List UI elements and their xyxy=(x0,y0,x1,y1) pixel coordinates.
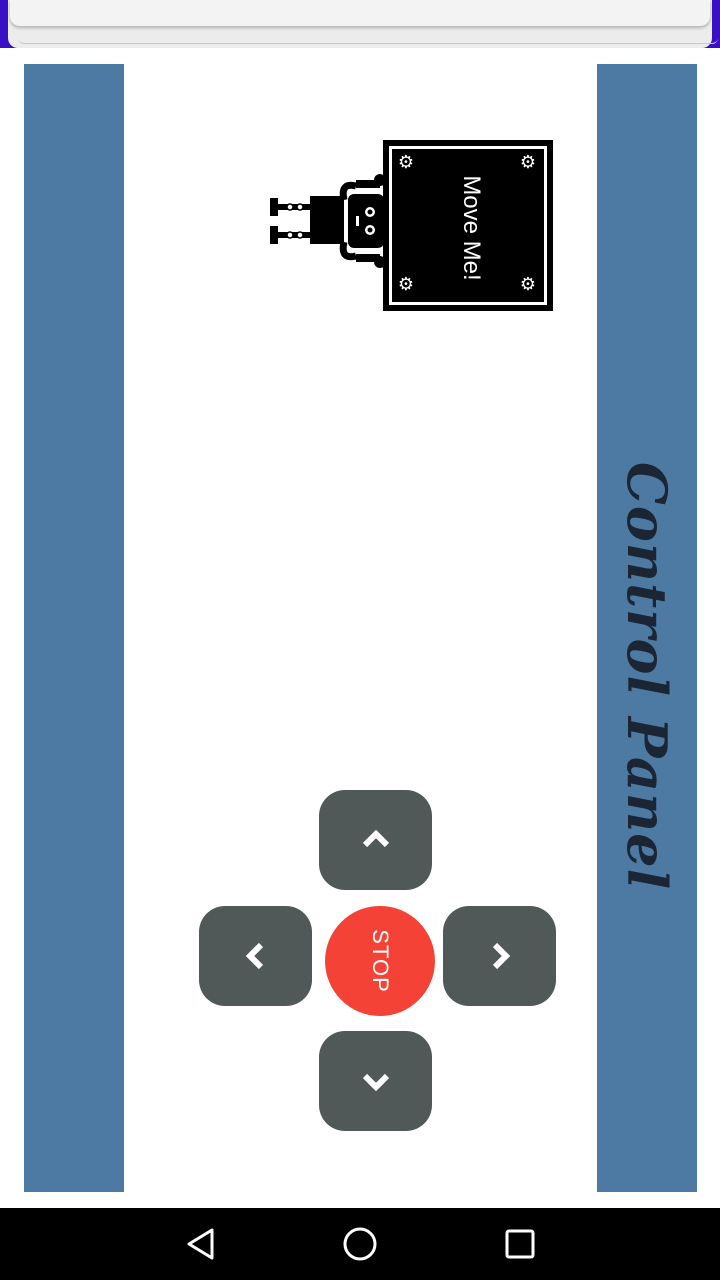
gear-icon: ⚙ xyxy=(519,274,537,295)
robot-body-icon xyxy=(270,174,386,268)
stop-button[interactable]: STOP xyxy=(325,906,435,1016)
move-down-button[interactable] xyxy=(319,1031,432,1131)
back-button[interactable] xyxy=(180,1226,220,1262)
recents-button[interactable] xyxy=(500,1226,540,1262)
recents-square-icon xyxy=(505,1229,535,1259)
stop-label: STOP xyxy=(368,929,393,993)
gear-icon: ⚙ xyxy=(519,152,537,173)
move-left-button[interactable] xyxy=(199,906,312,1006)
chevron-right-icon xyxy=(492,942,510,970)
home-circle-icon xyxy=(343,1227,377,1261)
robot-sprite[interactable]: ⚙ ⚙ ⚙ ⚙ Move Me! xyxy=(268,140,554,312)
chevron-left-icon xyxy=(245,942,263,970)
chevron-down-icon xyxy=(362,1073,389,1092)
back-triangle-icon xyxy=(187,1228,214,1260)
panel-title-text: Control Panel xyxy=(615,461,679,891)
gear-icon: ⚙ xyxy=(397,274,415,295)
navigation-bar xyxy=(0,1208,720,1280)
home-button[interactable] xyxy=(340,1226,380,1262)
card-divider xyxy=(18,38,718,44)
move-me-sign[interactable]: ⚙ ⚙ ⚙ ⚙ Move Me! xyxy=(383,140,553,311)
notification-card[interactable] xyxy=(10,0,710,26)
gear-icon: ⚙ xyxy=(397,152,415,173)
move-up-button[interactable] xyxy=(319,790,432,890)
left-side-panel xyxy=(24,64,124,1192)
chevron-up-icon xyxy=(362,829,389,848)
move-right-button[interactable] xyxy=(443,906,556,1006)
